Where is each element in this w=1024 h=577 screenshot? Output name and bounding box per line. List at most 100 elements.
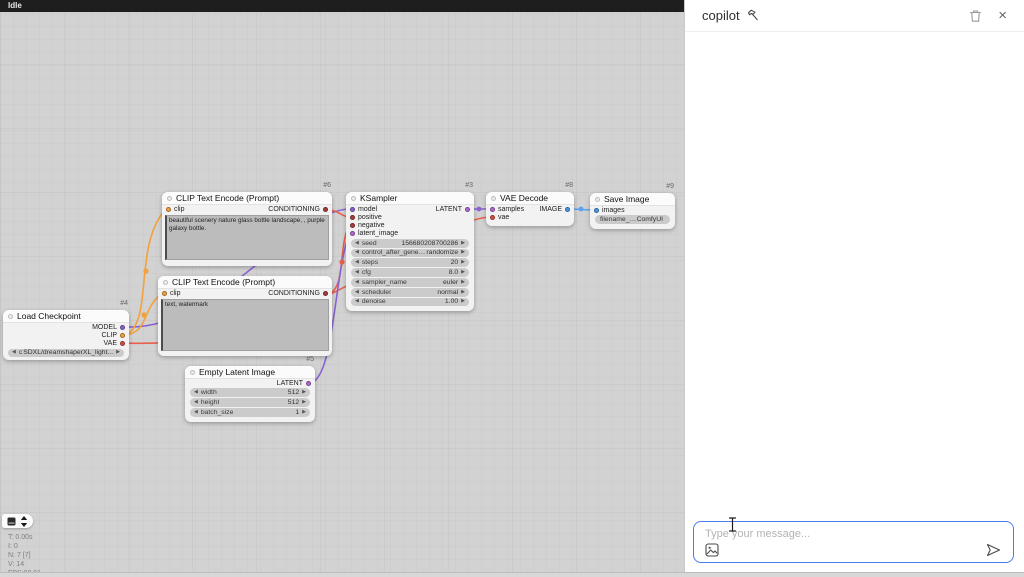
node-title-bar[interactable]: VAE Decode xyxy=(486,192,574,205)
collapse-dot-icon[interactable] xyxy=(351,196,356,201)
node-clip-text-encode-positive[interactable]: #6 CLIP Text Encode (Prompt) clip CONDIT… xyxy=(162,192,332,266)
conditioning-output-slot[interactable] xyxy=(323,291,328,296)
node-save-image[interactable]: #9 Save Image images filename_prefix Com… xyxy=(590,193,675,229)
slot-label: samples xyxy=(498,206,524,213)
collapse-dot-icon[interactable] xyxy=(190,370,195,375)
stat-time: T: 0.00s xyxy=(8,533,41,542)
widget-denoise[interactable]: ◀ denoise 1.00 ▶ xyxy=(351,298,469,307)
widget-name: height xyxy=(201,399,220,406)
prompt-textarea[interactable]: beautiful scenery nature glass bottle la… xyxy=(165,215,329,260)
model-input-slot[interactable] xyxy=(350,207,355,212)
node-vae-decode[interactable]: #8 VAE Decode samples IMAGE vae xyxy=(486,192,574,226)
node-ksampler[interactable]: #3 KSampler model LATENT positive negati… xyxy=(346,192,474,311)
widget-value: 1 xyxy=(295,409,299,416)
increment-arrow-icon[interactable]: ▶ xyxy=(461,241,465,246)
stat-nodes: N: 7 [7] xyxy=(8,551,41,560)
node-title-bar[interactable]: CLIP Text Encode (Prompt) xyxy=(162,192,332,205)
graph-canvas[interactable]: Idle #6 CLIP Text Encode (Prompt) xyxy=(0,0,684,577)
widget-scheduler[interactable]: ◀ scheduler normal ▶ xyxy=(351,288,469,297)
increment-arrow-icon[interactable]: ▶ xyxy=(302,410,306,415)
close-panel-icon[interactable]: × xyxy=(998,8,1007,23)
widget-ckpt-name[interactable]: ◀ ckpt_name SDXL/dreamshaperXL_light... … xyxy=(8,349,124,358)
node-title-bar[interactable]: Save Image xyxy=(590,193,675,206)
send-message-icon[interactable] xyxy=(986,543,1001,557)
decrement-arrow-icon[interactable]: ◀ xyxy=(194,400,198,405)
increment-arrow-icon[interactable]: ▶ xyxy=(461,270,465,275)
image-output-slot[interactable] xyxy=(565,207,570,212)
clip-output-slot[interactable] xyxy=(120,333,125,338)
node-title-bar[interactable]: CLIP Text Encode (Prompt) xyxy=(158,276,332,289)
clip-input-slot[interactable] xyxy=(162,291,167,296)
model-output-slot[interactable] xyxy=(120,325,125,330)
clear-chat-trash-icon[interactable] xyxy=(969,9,982,23)
positive-input-slot[interactable] xyxy=(350,215,355,220)
decrement-arrow-icon[interactable]: ◀ xyxy=(355,260,359,265)
node-id-badge: #3 xyxy=(465,182,473,189)
decrement-arrow-icon[interactable]: ◀ xyxy=(194,390,198,395)
node-title-bar[interactable]: Load Checkpoint xyxy=(3,310,129,323)
widget-height[interactable]: ◀ height 512 ▶ xyxy=(190,398,310,407)
slot-label: IMAGE xyxy=(539,206,562,213)
ibeam-cursor xyxy=(728,517,737,537)
decrement-arrow-icon[interactable]: ◀ xyxy=(355,250,359,255)
widget-value: SDXL/dreamshaperXL_light... xyxy=(23,349,113,356)
decrement-arrow-icon[interactable]: ◀ xyxy=(355,290,359,295)
attach-image-icon[interactable] xyxy=(705,543,719,557)
latent-output-slot[interactable] xyxy=(465,207,470,212)
collapse-dot-icon[interactable] xyxy=(491,196,496,201)
slot-label: VAE xyxy=(104,340,118,347)
collapse-dot-icon[interactable] xyxy=(8,314,13,319)
widget-control-after-generate[interactable]: ◀ control_after_generate randomize ▶ xyxy=(351,249,469,258)
message-composer[interactable]: Type your message... xyxy=(693,521,1014,563)
minimap-image-icon[interactable] xyxy=(7,517,16,526)
link-dot xyxy=(141,312,146,317)
collapse-dot-icon[interactable] xyxy=(167,196,172,201)
samples-input-slot[interactable] xyxy=(490,207,495,212)
increment-arrow-icon[interactable]: ▶ xyxy=(302,390,306,395)
widget-batch-size[interactable]: ◀ batch_size 1 ▶ xyxy=(190,408,310,417)
widget-filename-prefix[interactable]: filename_prefix ComfyUI xyxy=(595,215,670,224)
widget-seed[interactable]: ◀ seed 156680208700286 ▶ xyxy=(351,239,469,248)
increment-arrow-icon[interactable]: ▶ xyxy=(116,350,120,355)
node-title-bar[interactable]: Empty Latent Image xyxy=(185,366,315,379)
vae-input-slot[interactable] xyxy=(490,215,495,220)
collapse-dot-icon[interactable] xyxy=(595,197,600,202)
increment-arrow-icon[interactable]: ▶ xyxy=(461,260,465,265)
slot-label: model xyxy=(358,206,377,213)
canvas-toolbar-pill[interactable] xyxy=(2,514,33,528)
increment-arrow-icon[interactable]: ▶ xyxy=(461,290,465,295)
decrement-arrow-icon[interactable]: ◀ xyxy=(194,410,198,415)
negative-input-slot[interactable] xyxy=(350,223,355,228)
widget-cfg[interactable]: ◀ cfg 8.0 ▶ xyxy=(351,268,469,277)
widget-name: batch_size xyxy=(201,409,234,416)
node-empty-latent-image[interactable]: #5 Empty Latent Image LATENT ◀ width 512… xyxy=(185,366,315,422)
slot-label: positive xyxy=(358,214,382,221)
increment-arrow-icon[interactable]: ▶ xyxy=(461,299,465,304)
widget-width[interactable]: ◀ width 512 ▶ xyxy=(190,388,310,397)
decrement-arrow-icon[interactable]: ◀ xyxy=(355,280,359,285)
clip-input-slot[interactable] xyxy=(166,207,171,212)
decrement-arrow-icon[interactable]: ◀ xyxy=(355,270,359,275)
node-clip-text-encode-negative[interactable]: CLIP Text Encode (Prompt) clip CONDITION… xyxy=(158,276,332,356)
decrement-arrow-icon[interactable]: ◀ xyxy=(355,241,359,246)
node-title: Save Image xyxy=(604,194,649,204)
slot-label: LATENT xyxy=(436,206,462,213)
prompt-textarea[interactable]: text, watermark xyxy=(161,299,329,351)
latent-image-input-slot[interactable] xyxy=(350,231,355,236)
arrows-up-down-icon[interactable] xyxy=(20,516,28,527)
increment-arrow-icon[interactable]: ▶ xyxy=(461,250,465,255)
images-input-slot[interactable] xyxy=(594,208,599,213)
node-title-bar[interactable]: KSampler xyxy=(346,192,474,205)
increment-arrow-icon[interactable]: ▶ xyxy=(461,280,465,285)
stat-images: I: 0 xyxy=(8,542,41,551)
vae-output-slot[interactable] xyxy=(120,341,125,346)
node-load-checkpoint[interactable]: #4 Load Checkpoint MODEL CLIP VAE ◀ ckpt… xyxy=(3,310,129,360)
latent-output-slot[interactable] xyxy=(306,381,311,386)
widget-sampler-name[interactable]: ◀ sampler_name euler ▶ xyxy=(351,278,469,287)
conditioning-output-slot[interactable] xyxy=(323,207,328,212)
increment-arrow-icon[interactable]: ▶ xyxy=(302,400,306,405)
widget-steps[interactable]: ◀ steps 20 ▶ xyxy=(351,258,469,267)
decrement-arrow-icon[interactable]: ◀ xyxy=(12,350,16,355)
collapse-dot-icon[interactable] xyxy=(163,280,168,285)
decrement-arrow-icon[interactable]: ◀ xyxy=(355,299,359,304)
